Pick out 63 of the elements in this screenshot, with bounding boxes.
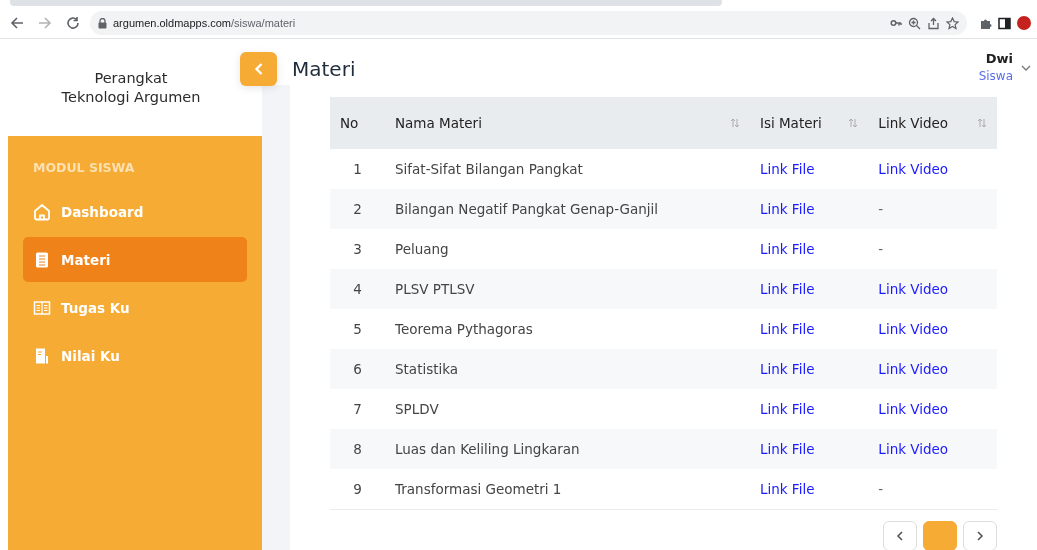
file-link[interactable]: Link File: [759, 241, 815, 257]
user-name[interactable]: Dwi: [985, 51, 1013, 66]
row-number: 1: [353, 161, 362, 177]
back-icon[interactable]: [10, 16, 24, 30]
user-role: Siswa: [978, 69, 1013, 83]
material-name: Luas dan Keliling Lingkaran: [395, 441, 580, 457]
lock-icon: [98, 17, 107, 29]
zoom-icon[interactable]: [908, 16, 921, 30]
empty-value: -: [878, 201, 884, 217]
file-link[interactable]: Link File: [759, 361, 815, 377]
reload-icon[interactable]: [66, 16, 80, 30]
row-number: 9: [353, 481, 362, 497]
prev-page-button[interactable]: [883, 521, 917, 550]
chevron-left-icon: [896, 531, 904, 541]
video-link[interactable]: Link Video: [878, 401, 949, 417]
material-name: Transformasi Geometri 1: [395, 481, 562, 497]
file-link[interactable]: Link File: [759, 401, 815, 417]
material-name: SPLDV: [395, 401, 439, 417]
brand-name: Perangkat: [94, 68, 168, 88]
row-number: 8: [353, 441, 362, 457]
material-name: Statistika: [395, 361, 459, 377]
row-number: 3: [353, 241, 362, 257]
material-name: PLSV PTLSV: [395, 281, 475, 297]
video-link[interactable]: Link Video: [878, 321, 949, 337]
section-heading: MODUL SISWA: [33, 160, 136, 175]
sidebar-icon[interactable]: [998, 16, 1011, 30]
chevron-right-icon: [976, 531, 984, 541]
column-header: Nama Materi: [395, 115, 482, 131]
empty-value: -: [878, 481, 884, 497]
row-number: 4: [353, 281, 362, 297]
star-icon[interactable]: [946, 16, 959, 30]
file-icon: [33, 346, 51, 365]
document-icon: [33, 250, 51, 269]
row-number: 5: [353, 321, 362, 337]
column-header: Isi Materi: [759, 115, 822, 131]
key-icon[interactable]: [890, 17, 902, 29]
home-icon: [33, 202, 51, 221]
material-name: Sifat-Sifat Bilangan Pangkat: [395, 161, 583, 177]
share-icon[interactable]: [927, 16, 940, 30]
row-number: 7: [353, 401, 362, 417]
brand-name: Teknologi Argumen: [61, 87, 201, 107]
file-link[interactable]: Link File: [759, 441, 815, 457]
row-number: 2: [353, 201, 362, 217]
material-name: Peluang: [395, 241, 449, 257]
avatar-icon[interactable]: [1017, 16, 1031, 30]
file-link[interactable]: Link File: [759, 481, 815, 497]
next-page-button[interactable]: [963, 521, 997, 550]
empty-value: -: [878, 241, 884, 257]
file-link[interactable]: Link File: [759, 281, 815, 297]
file-link[interactable]: Link File: [759, 201, 815, 217]
page-title: Materi: [292, 57, 356, 81]
column-header: Link Video: [878, 115, 949, 131]
columns-icon: [33, 298, 51, 317]
address-bar[interactable]: argumen.oldmapps.com/siswa/materi: [90, 11, 967, 35]
file-link[interactable]: Link File: [759, 321, 815, 337]
material-name: Teorema Pythagoras: [395, 321, 533, 337]
chevron-down-icon[interactable]: [1021, 65, 1031, 72]
file-link[interactable]: Link File: [759, 161, 815, 177]
column-header: No: [340, 115, 359, 131]
video-link[interactable]: Link Video: [878, 161, 949, 177]
material-name: Bilangan Negatif Pangkat Genap-Ganjil: [395, 201, 659, 217]
row-number: 6: [353, 361, 362, 377]
chevron-left-icon: [253, 62, 264, 76]
